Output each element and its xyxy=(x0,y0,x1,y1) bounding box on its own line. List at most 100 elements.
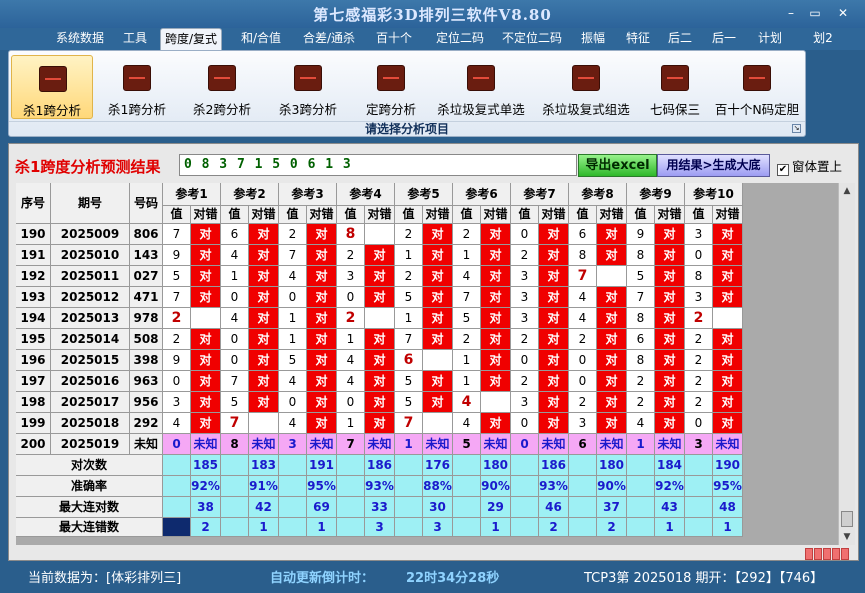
cell-check[interactable]: 对 xyxy=(481,287,511,308)
cell-check[interactable] xyxy=(481,392,511,413)
cell-check[interactable] xyxy=(713,308,743,329)
cell-value[interactable]: 2 xyxy=(685,329,713,350)
future-check[interactable]: 未知 xyxy=(249,434,279,455)
cell-value[interactable]: 8 xyxy=(685,266,713,287)
menu-item-7[interactable]: 定位二码 xyxy=(428,28,492,50)
cell-value[interactable]: 0 xyxy=(569,350,597,371)
cell-value[interactable]: 2 xyxy=(627,371,655,392)
cell-value[interactable]: 4 xyxy=(337,350,365,371)
menu-item-8[interactable]: 不定位二码 xyxy=(496,28,568,50)
cell-check[interactable]: 对 xyxy=(539,413,569,434)
cell-value[interactable]: 2 xyxy=(163,329,191,350)
menu-item-14[interactable]: 划2 xyxy=(808,28,838,50)
cell-value[interactable]: 5 xyxy=(453,308,481,329)
cell-check[interactable]: 对 xyxy=(539,329,569,350)
cell-value[interactable]: 8 xyxy=(337,224,365,245)
ribbon-button-2[interactable]: 杀1跨分析 xyxy=(97,55,177,119)
future-check[interactable]: 未知 xyxy=(307,434,337,455)
cell-value[interactable]: 2 xyxy=(453,224,481,245)
cell-value[interactable]: 1 xyxy=(279,329,307,350)
cell-check[interactable]: 对 xyxy=(597,224,627,245)
future-check[interactable]: 未知 xyxy=(191,434,221,455)
cell-check[interactable]: 对 xyxy=(423,224,453,245)
cell-check[interactable]: 对 xyxy=(423,371,453,392)
future-value[interactable]: 1 xyxy=(627,434,655,455)
cell-value[interactable]: 2 xyxy=(163,308,191,329)
cell-check[interactable]: 对 xyxy=(191,266,221,287)
cell-value[interactable]: 0 xyxy=(221,350,249,371)
cell-value[interactable]: 4 xyxy=(221,308,249,329)
cell-check[interactable]: 对 xyxy=(249,245,279,266)
cell-check[interactable]: 对 xyxy=(249,329,279,350)
cell-value[interactable]: 1 xyxy=(221,266,249,287)
cell-value[interactable]: 1 xyxy=(453,350,481,371)
cell-check[interactable]: 对 xyxy=(655,266,685,287)
cell-value[interactable]: 2 xyxy=(511,245,539,266)
cell-value[interactable]: 4 xyxy=(627,413,655,434)
scroll-down-icon[interactable]: ▼ xyxy=(839,529,855,545)
cell-check[interactable]: 对 xyxy=(481,308,511,329)
cell-check[interactable]: 对 xyxy=(191,371,221,392)
cell-value[interactable]: 6 xyxy=(569,224,597,245)
cell-check[interactable]: 对 xyxy=(539,350,569,371)
cell-check[interactable]: 对 xyxy=(191,287,221,308)
cell-value[interactable]: 3 xyxy=(511,287,539,308)
future-value[interactable]: 6 xyxy=(569,434,597,455)
cell-check[interactable]: 对 xyxy=(655,245,685,266)
cell-value[interactable]: 8 xyxy=(627,308,655,329)
cell-value[interactable]: 4 xyxy=(279,266,307,287)
cell-value[interactable]: 1 xyxy=(395,308,423,329)
cell-check[interactable]: 对 xyxy=(365,392,395,413)
menu-item-11[interactable]: 后二 xyxy=(663,28,697,50)
cell-check[interactable]: 对 xyxy=(597,308,627,329)
cell-value[interactable]: 2 xyxy=(395,266,423,287)
future-value[interactable]: 0 xyxy=(163,434,191,455)
cell-value[interactable]: 3 xyxy=(337,266,365,287)
cell-check[interactable]: 对 xyxy=(713,329,743,350)
cell-check[interactable]: 对 xyxy=(655,413,685,434)
cell-check[interactable]: 对 xyxy=(307,224,337,245)
cell-check[interactable]: 对 xyxy=(249,392,279,413)
cell-check[interactable]: 对 xyxy=(249,224,279,245)
cell-value[interactable]: 0 xyxy=(221,329,249,350)
ribbon-button-3[interactable]: 杀2跨分析 xyxy=(181,55,263,119)
cell-value[interactable]: 0 xyxy=(337,287,365,308)
cell-check[interactable]: 对 xyxy=(655,392,685,413)
cell-check[interactable]: 对 xyxy=(307,392,337,413)
cell-check[interactable]: 对 xyxy=(191,224,221,245)
cell-check[interactable]: 对 xyxy=(481,245,511,266)
cell-check[interactable]: 对 xyxy=(191,245,221,266)
cell-value[interactable]: 3 xyxy=(163,392,191,413)
ribbon-button-7[interactable]: 杀垃圾复式组选 xyxy=(535,55,637,119)
cell-check[interactable]: 对 xyxy=(249,350,279,371)
cell-check[interactable]: 对 xyxy=(365,329,395,350)
cell-check[interactable]: 对 xyxy=(597,350,627,371)
cell-value[interactable]: 7 xyxy=(163,287,191,308)
menu-item-1[interactable]: 系统数据 xyxy=(52,28,108,50)
cell-value[interactable]: 1 xyxy=(453,371,481,392)
cell-value[interactable]: 3 xyxy=(569,413,597,434)
ribbon-button-6[interactable]: 杀垃圾复式单选 xyxy=(431,55,531,119)
cell-check[interactable]: 对 xyxy=(713,266,743,287)
cell-value[interactable]: 8 xyxy=(627,245,655,266)
cell-value[interactable]: 2 xyxy=(395,224,423,245)
cell-check[interactable]: 对 xyxy=(365,245,395,266)
cell-check[interactable]: 对 xyxy=(655,308,685,329)
cell-check[interactable]: 对 xyxy=(365,287,395,308)
cell-value[interactable]: 7 xyxy=(163,224,191,245)
ribbon-button-1[interactable]: 杀1跨分析 xyxy=(11,55,93,119)
cell-check[interactable] xyxy=(597,266,627,287)
cell-check[interactable]: 对 xyxy=(597,245,627,266)
menu-item-2[interactable]: 工具 xyxy=(115,28,155,50)
cell-value[interactable]: 4 xyxy=(569,287,597,308)
cell-value[interactable]: 4 xyxy=(453,266,481,287)
cell-check[interactable]: 对 xyxy=(191,350,221,371)
cell-check[interactable]: 对 xyxy=(249,308,279,329)
cell-value[interactable]: 8 xyxy=(627,350,655,371)
cell-value[interactable]: 2 xyxy=(685,392,713,413)
cell-value[interactable]: 2 xyxy=(279,224,307,245)
future-check[interactable]: 未知 xyxy=(365,434,395,455)
cell-check[interactable]: 对 xyxy=(423,266,453,287)
future-check[interactable]: 未知 xyxy=(597,434,627,455)
scroll-up-icon[interactable]: ▲ xyxy=(839,183,855,199)
